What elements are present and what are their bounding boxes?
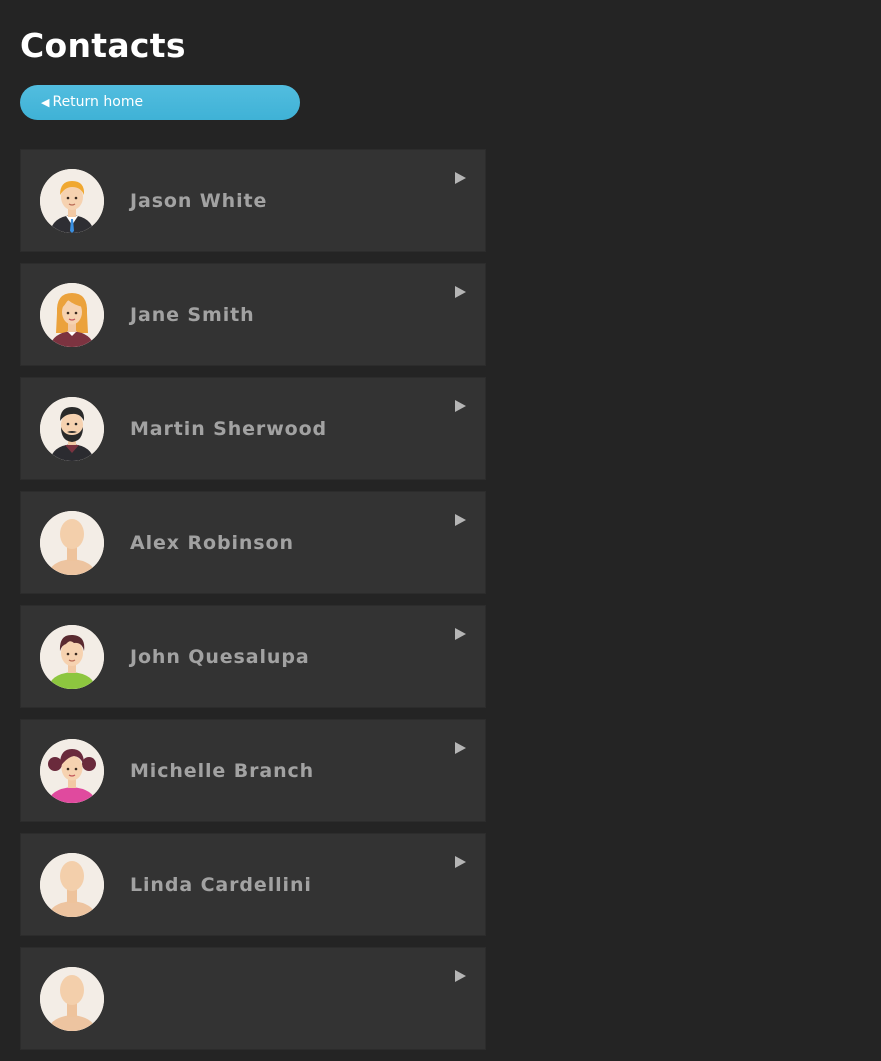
man-bearded-avatar xyxy=(40,397,104,461)
page-title: Contacts xyxy=(20,26,186,65)
chevron-right-icon xyxy=(455,514,466,526)
contact-item-michelle-branch[interactable]: Michelle Branch xyxy=(20,719,486,822)
chevron-right-icon xyxy=(455,970,466,982)
contact-item-linda-cardellini[interactable]: Linda Cardellini xyxy=(20,833,486,936)
default-avatar xyxy=(40,853,104,917)
default-avatar xyxy=(40,967,104,1031)
chevron-right-icon xyxy=(455,742,466,754)
contact-item-martin-sherwood[interactable]: Martin Sherwood xyxy=(20,377,486,480)
contact-item-jason-white[interactable]: Jason White xyxy=(20,149,486,252)
chevron-right-icon xyxy=(455,400,466,412)
man-brown-hair-green-shirt-avatar xyxy=(40,625,104,689)
return-home-button[interactable]: ◀ Return home xyxy=(20,85,300,120)
contact-name: Alex Robinson xyxy=(130,532,294,554)
contact-name: Jason White xyxy=(130,190,268,212)
contact-name: Michelle Branch xyxy=(130,760,315,782)
contact-name: John Quesalupa xyxy=(130,646,310,668)
chevron-right-icon xyxy=(455,856,466,868)
contact-name: Jane Smith xyxy=(130,304,255,326)
contact-item-john-quesalupa[interactable]: John Quesalupa xyxy=(20,605,486,708)
chevron-right-icon xyxy=(455,286,466,298)
contact-item[interactable] xyxy=(20,947,486,1050)
contact-item-jane-smith[interactable]: Jane Smith xyxy=(20,263,486,366)
man-blond-suit-avatar xyxy=(40,169,104,233)
chevron-right-icon xyxy=(455,172,466,184)
contact-item-alex-robinson[interactable]: Alex Robinson xyxy=(20,491,486,594)
woman-ginger-avatar xyxy=(40,283,104,347)
back-arrow-icon: ◀ xyxy=(41,96,50,109)
return-home-label: Return home xyxy=(52,94,144,110)
default-avatar xyxy=(40,511,104,575)
contact-list: Jason White Jane Smith Martin Sherwood A… xyxy=(20,149,486,1061)
contact-name: Martin Sherwood xyxy=(130,418,328,440)
chevron-right-icon xyxy=(455,628,466,640)
girl-pigtails-pink-shirt-avatar xyxy=(40,739,104,803)
contact-name: Linda Cardellini xyxy=(130,874,312,896)
